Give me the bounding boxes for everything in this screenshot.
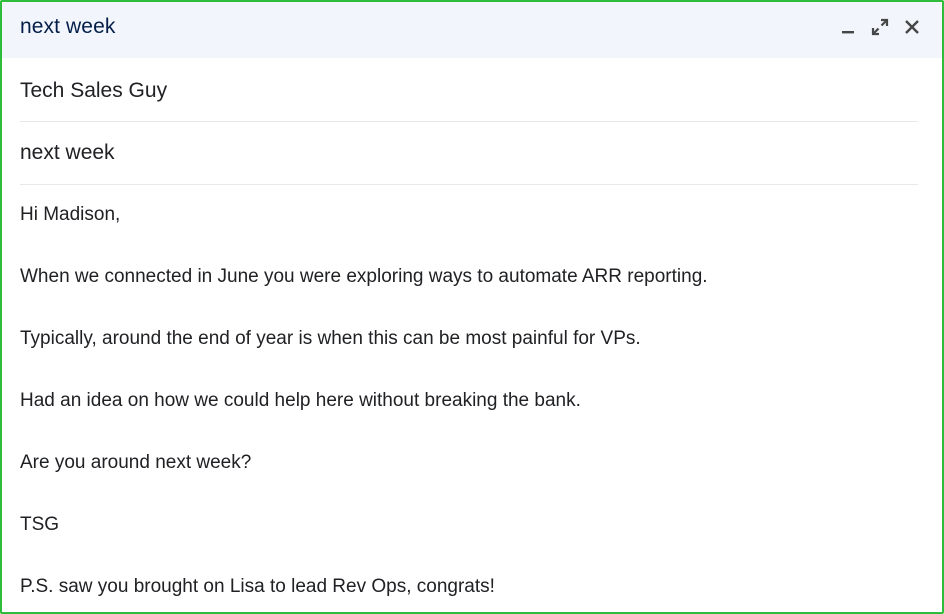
signature-line: TSG bbox=[20, 514, 60, 535]
close-icon[interactable] bbox=[900, 15, 924, 39]
recipient-chip[interactable]: Tech Sales Guy bbox=[20, 79, 167, 103]
compose-title: next week bbox=[20, 15, 116, 38]
subject-field[interactable]: next week bbox=[20, 122, 918, 185]
message-line: When we connected in June you were explo… bbox=[20, 266, 708, 287]
message-line: Typically, around the end of year is whe… bbox=[20, 328, 641, 349]
message-line: Had an idea on how we could help here wi… bbox=[20, 390, 581, 411]
minimize-icon[interactable] bbox=[836, 15, 860, 39]
to-field[interactable]: Tech Sales Guy bbox=[20, 58, 918, 122]
compose-window: next week Tech Sales Guy next week Hi Ma… bbox=[0, 0, 944, 614]
expand-icon[interactable] bbox=[868, 15, 892, 39]
message-body[interactable]: Hi Madison, When we connected in June yo… bbox=[2, 185, 942, 598]
compose-titlebar[interactable]: next week bbox=[2, 2, 942, 58]
subject-value: next week bbox=[20, 141, 115, 164]
message-line: Hi Madison, bbox=[20, 204, 121, 225]
postscript-line: P.S. saw you brought on Lisa to lead Rev… bbox=[20, 576, 495, 597]
window-controls bbox=[836, 15, 924, 39]
message-line: Are you around next week? bbox=[20, 452, 252, 473]
